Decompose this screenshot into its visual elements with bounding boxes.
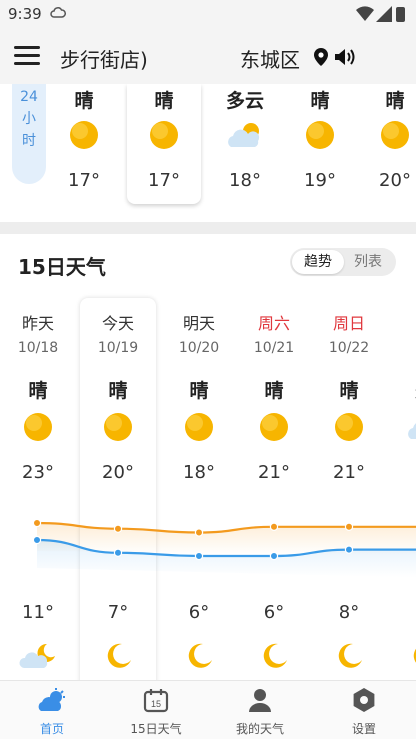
cloud-sun-icon — [225, 120, 265, 154]
wifi-icon — [356, 6, 374, 26]
nav-home[interactable]: 首页 — [0, 687, 104, 737]
hourly-forecast: 24 小 时 晴 17° 晴 17° 多云 18° 晴 19° 晴 20° — [0, 84, 416, 222]
temperature-trend-chart — [32, 518, 416, 578]
nav-settings[interactable]: 设置 — [312, 687, 416, 737]
daily-title: 15日天气 — [18, 255, 106, 279]
sun-icon — [305, 120, 335, 154]
sun-icon — [23, 412, 53, 446]
day-column[interactable]: 周日 10/22 晴 21° 8° — [311, 298, 387, 678]
hourly-24h-badge[interactable]: 24 小 时 — [12, 84, 46, 184]
view-toggle: 趋势 列表 — [290, 248, 396, 276]
list-tab[interactable]: 列表 — [342, 250, 394, 274]
app-bar: 步行街店) 东城区 — [0, 30, 416, 84]
moon-icon — [335, 642, 363, 674]
low-temp-point — [194, 551, 204, 561]
menu-icon[interactable] — [14, 46, 40, 68]
sun-icon — [380, 120, 410, 154]
calendar-icon: 15 — [143, 689, 169, 713]
moon-icon — [185, 642, 213, 674]
day-column-today[interactable]: 今天 10/19 晴 20° 7° — [80, 298, 156, 678]
low-temp-point — [113, 548, 123, 558]
user-icon — [249, 689, 271, 712]
hourly-item[interactable]: 晴 17° — [47, 84, 121, 204]
cloud-moon-icon — [19, 642, 57, 674]
moon-icon — [260, 642, 288, 674]
signal-icon — [376, 6, 392, 26]
sun-icon — [334, 412, 364, 446]
status-bar: 9:39 — [0, 0, 416, 30]
sun-icon — [103, 412, 133, 446]
day-column-partial[interactable]: 周 10 多 2 — [386, 298, 416, 678]
status-time: 9:39 — [8, 5, 42, 23]
section-divider — [0, 222, 416, 234]
sun-icon — [149, 120, 179, 154]
day-column[interactable]: 周六 10/21 晴 21° 6° — [236, 298, 312, 678]
hourly-item[interactable]: 晴 19° — [283, 84, 357, 204]
low-temp-point — [269, 551, 279, 561]
high-temp-point — [113, 524, 123, 533]
home-weather-icon — [38, 688, 65, 711]
bottom-nav: 首页 15 15日天气 我的天气 设置 — [0, 680, 416, 739]
district-label[interactable]: 东城区 — [240, 44, 300, 73]
low-temp-point — [32, 535, 42, 545]
low-temp-point — [344, 545, 354, 554]
high-temp-point — [194, 528, 204, 537]
nav-15day[interactable]: 15 15日天气 — [104, 687, 208, 737]
moon-icon — [410, 642, 416, 674]
daily-forecast: 15日天气 趋势 列表 昨天 10/18 晴 23° 11° 今天 10/19 … — [0, 234, 416, 680]
hourly-item[interactable]: 多云 18° — [208, 84, 282, 204]
sun-icon — [184, 412, 214, 446]
cloud-notification-icon — [50, 6, 66, 22]
high-temp-point — [269, 522, 279, 531]
trend-tab[interactable]: 趋势 — [292, 250, 344, 274]
moon-icon — [104, 642, 132, 674]
settings-icon — [353, 688, 375, 712]
hourly-item[interactable]: 晴 20° — [358, 84, 416, 204]
sun-icon — [69, 120, 99, 154]
day-column[interactable]: 昨天 10/18 晴 23° 11° — [0, 298, 76, 678]
hourly-item-selected[interactable]: 晴 17° — [127, 84, 201, 204]
nav-my-weather[interactable]: 我的天气 — [208, 687, 312, 737]
place-title[interactable]: 步行街店) — [60, 44, 148, 73]
speaker-icon[interactable] — [334, 47, 358, 71]
battery-icon — [396, 7, 405, 22]
high-temp-point — [32, 518, 42, 528]
svg-text:15: 15 — [151, 699, 161, 709]
day-column[interactable]: 明天 10/20 晴 18° 6° — [161, 298, 237, 678]
location-pin-icon[interactable] — [314, 48, 328, 70]
high-temp-point — [344, 522, 354, 531]
sun-icon — [259, 412, 289, 446]
cloud-sun-icon — [405, 412, 416, 446]
